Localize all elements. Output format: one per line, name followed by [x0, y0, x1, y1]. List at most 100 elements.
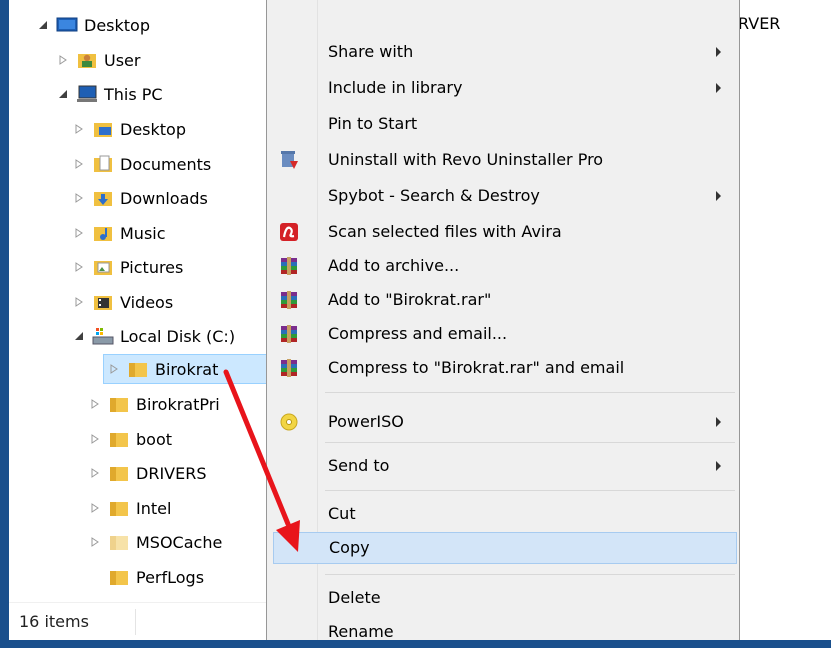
pictures-folder-icon — [92, 257, 114, 277]
tree-item-pictures[interactable]: Pictures — [73, 252, 183, 282]
menu-item-share-with[interactable]: Share with — [269, 36, 737, 68]
tree-item-downloads[interactable]: Downloads — [73, 183, 208, 213]
computer-icon — [76, 84, 98, 104]
collapsed-chevron-icon[interactable] — [73, 123, 85, 135]
tree-item-videos[interactable]: Videos — [73, 287, 173, 317]
collapsed-chevron-icon[interactable] — [73, 261, 85, 273]
tree-item-local-disk[interactable]: Local Disk (C:) — [73, 321, 235, 351]
tree-item-this-pc[interactable]: This PC — [57, 79, 163, 109]
expanded-chevron-icon[interactable] — [73, 330, 85, 342]
tree-item-documents[interactable]: Documents — [73, 149, 211, 179]
tree-item-msocache[interactable]: MSOCache — [89, 527, 222, 557]
tree-item-label: Desktop — [120, 119, 186, 139]
submenu-arrow-icon — [716, 461, 721, 471]
menu-item-label: Rename — [328, 622, 394, 641]
menu-item-poweriso[interactable]: PowerISO — [269, 406, 737, 438]
expanded-chevron-icon[interactable] — [57, 88, 69, 100]
folder-icon — [108, 498, 130, 518]
menu-item-label: Compress and email... — [328, 324, 508, 343]
menu-item-label: Add to "Birokrat.rar" — [328, 290, 492, 309]
tree-item-birokratpri[interactable]: BirokratPri — [89, 389, 220, 419]
tree-item-perflogs[interactable]: PerfLogs — [108, 562, 204, 592]
revo-uninstaller-icon — [279, 150, 299, 170]
tree-item-boot[interactable]: boot — [89, 424, 172, 454]
menu-item-label: Send to — [328, 456, 390, 475]
collapsed-chevron-icon[interactable] — [108, 363, 120, 375]
menu-item-label: Compress to "Birokrat.rar" and email — [328, 358, 625, 377]
menu-item-spybot[interactable]: Spybot - Search & Destroy — [269, 180, 737, 212]
menu-item-pin-to-start[interactable]: Pin to Start — [269, 108, 737, 140]
menu-item-label: Spybot - Search & Destroy — [328, 186, 540, 205]
submenu-arrow-icon — [716, 417, 721, 427]
tree-item-label: Music — [120, 223, 166, 243]
menu-separator — [325, 392, 735, 393]
menu-item-delete[interactable]: Delete — [269, 582, 737, 614]
menu-item-revo-uninstall[interactable]: Uninstall with Revo Uninstaller Pro — [269, 144, 737, 176]
winrar-icon — [279, 256, 299, 276]
menu-item-label: Cut — [328, 504, 356, 523]
folder-icon — [127, 359, 149, 379]
tree-item-label: boot — [136, 429, 173, 449]
menu-item-compress-and-email[interactable]: Compress and email... — [269, 318, 737, 350]
menu-item-label: Add to archive... — [328, 256, 460, 275]
tree-item-label: BirokratPri — [136, 394, 220, 414]
menu-separator — [325, 442, 735, 443]
menu-item-add-to-birokrat-rar[interactable]: Add to "Birokrat.rar" — [269, 284, 737, 316]
collapsed-chevron-icon[interactable] — [73, 227, 85, 239]
context-menu: Share with Include in library Pin to Sta… — [266, 0, 740, 648]
tree-item-drivers[interactable]: DRIVERS — [89, 458, 206, 488]
collapsed-chevron-icon[interactable] — [73, 296, 85, 308]
menu-item-include-in-library[interactable]: Include in library — [269, 72, 737, 104]
window-frame-bottom — [0, 640, 831, 648]
tree-item-label: DRIVERS — [136, 463, 207, 483]
menu-separator — [325, 574, 735, 575]
collapsed-chevron-icon[interactable] — [89, 467, 101, 479]
menu-item-label: Include in library — [328, 78, 463, 97]
collapsed-chevron-icon[interactable] — [89, 398, 101, 410]
menu-item-add-to-archive[interactable]: Add to archive... — [269, 250, 737, 282]
menu-item-label: Delete — [328, 588, 381, 607]
documents-folder-icon — [92, 154, 114, 174]
winrar-icon — [279, 290, 299, 310]
menu-item-label: Pin to Start — [328, 114, 418, 133]
winrar-icon — [279, 324, 299, 344]
collapsed-chevron-icon[interactable] — [89, 502, 101, 514]
music-folder-icon — [92, 223, 114, 243]
tree-item-label: Pictures — [120, 257, 184, 277]
downloads-folder-icon — [92, 188, 114, 208]
menu-separator — [325, 490, 735, 491]
collapsed-chevron-icon[interactable] — [73, 192, 85, 204]
collapsed-chevron-icon[interactable] — [89, 536, 101, 548]
collapsed-chevron-icon[interactable] — [89, 433, 101, 445]
menu-item-avira-scan[interactable]: Scan selected files with Avira — [269, 216, 737, 248]
tree-item-intel[interactable]: Intel — [89, 493, 171, 523]
submenu-arrow-icon — [716, 47, 721, 57]
tree-item-label: MSOCache — [136, 532, 223, 552]
menu-item-send-to[interactable]: Send to — [269, 450, 737, 482]
tree-item-music[interactable]: Music — [73, 218, 166, 248]
menu-item-label: Scan selected files with Avira — [328, 222, 562, 241]
menu-item-copy[interactable]: Copy — [273, 532, 737, 564]
avira-icon — [279, 222, 299, 242]
tree-item-label: PerfLogs — [136, 567, 205, 587]
expanded-chevron-icon[interactable] — [37, 19, 49, 31]
tree-item-birokrat[interactable]: Birokrat — [103, 354, 281, 384]
winrar-icon — [279, 358, 299, 378]
user-folder-icon — [76, 50, 98, 70]
folder-icon — [108, 567, 130, 587]
tree-item-desktop-root[interactable]: Desktop — [37, 10, 150, 40]
menu-item-label: Share with — [328, 42, 414, 61]
poweriso-icon — [279, 412, 299, 432]
videos-folder-icon — [92, 292, 114, 312]
status-bar: 16 items — [9, 602, 271, 641]
tree-item-desktop[interactable]: Desktop — [73, 114, 186, 144]
desktop-folder-icon — [92, 119, 114, 139]
menu-item-cut[interactable]: Cut — [269, 498, 737, 530]
menu-item-label: Copy — [329, 538, 370, 557]
collapsed-chevron-icon[interactable] — [57, 54, 69, 66]
collapsed-chevron-icon[interactable] — [73, 158, 85, 170]
tree-item-label: This PC — [104, 84, 163, 104]
menu-item-compress-to-rar-and-email[interactable]: Compress to "Birokrat.rar" and email — [269, 352, 737, 384]
folder-icon — [108, 463, 130, 483]
tree-item-user[interactable]: User — [57, 45, 140, 75]
